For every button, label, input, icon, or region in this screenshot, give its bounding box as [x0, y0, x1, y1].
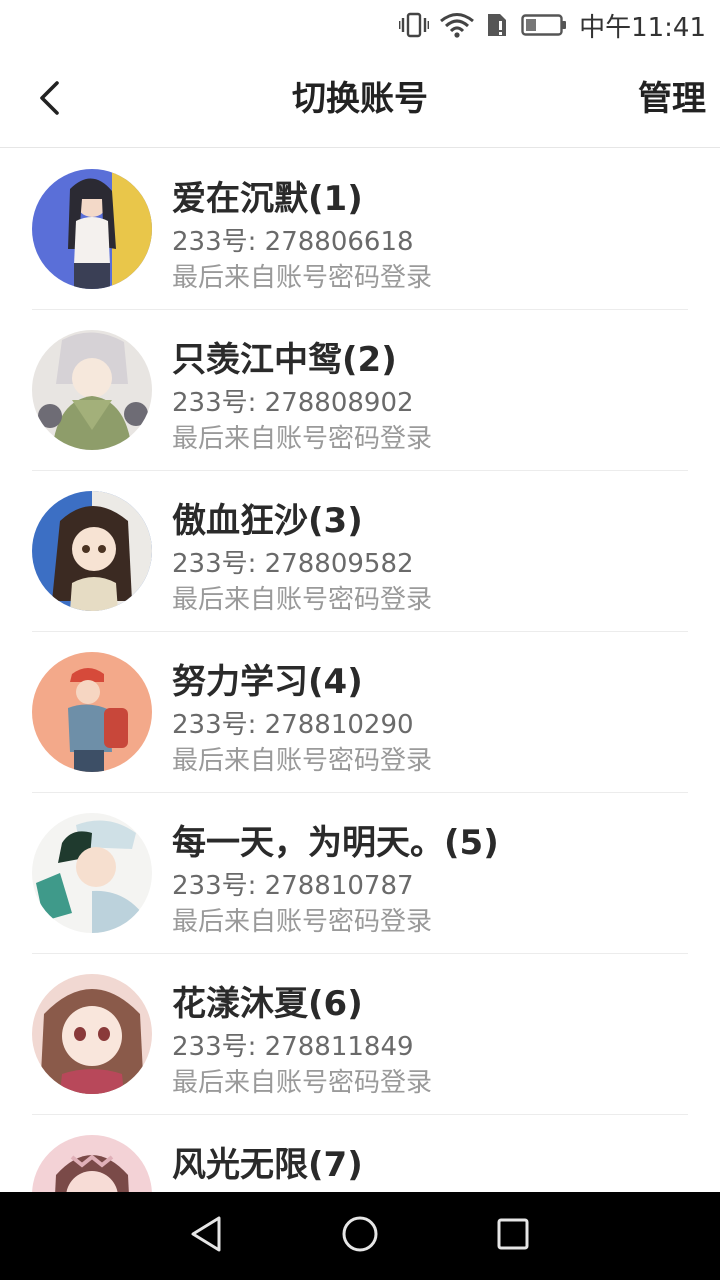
account-login-method: 最后来自账号密码登录 — [172, 746, 433, 776]
vibrate-icon — [399, 12, 430, 38]
page-title: 切换账号 — [292, 79, 428, 119]
account-login-method: 最后来自账号密码登录 — [172, 907, 433, 937]
account-switch-screen: 中午11:41 切换账号 管理 爱在沉默(1) 233号: 278806618 … — [0, 0, 720, 1280]
account-name: 花漾沐夏(6) — [172, 984, 363, 1024]
account-item[interactable]: 傲血狂沙(3) 233号: 278809582 最后来自账号密码登录 — [32, 471, 688, 632]
account-login-method: 最后来自账号密码登录 — [172, 1068, 433, 1098]
avatar — [32, 169, 152, 289]
account-login-method: 最后来自账号密码登录 — [172, 263, 433, 293]
battery-icon — [521, 13, 567, 37]
nav-recents-button[interactable] — [483, 1206, 543, 1266]
account-item[interactable]: 风光无限(7) — [32, 1115, 688, 1192]
nav-back-button[interactable] — [177, 1206, 237, 1266]
account-name: 努力学习(4) — [172, 662, 363, 702]
manage-button[interactable]: 管理 — [638, 50, 706, 148]
account-id: 233号: 278809582 — [172, 549, 414, 579]
account-name: 傲血狂沙(3) — [172, 501, 363, 541]
account-login-method: 最后来自账号密码登录 — [172, 424, 433, 454]
account-id: 233号: 278810787 — [172, 871, 414, 901]
account-id: 233号: 278808902 — [172, 388, 414, 418]
account-name: 风光无限(7) — [172, 1145, 363, 1185]
avatar — [32, 813, 152, 933]
account-id: 233号: 278810290 — [172, 710, 414, 740]
account-item[interactable]: 努力学习(4) 233号: 278810290 最后来自账号密码登录 — [32, 632, 688, 793]
account-item[interactable]: 花漾沐夏(6) 233号: 278811849 最后来自账号密码登录 — [32, 954, 688, 1115]
back-triangle-icon — [187, 1214, 227, 1258]
avatar — [32, 330, 152, 450]
avatar — [32, 974, 152, 1094]
status-bar: 中午11:41 — [0, 0, 720, 50]
wifi-icon — [439, 12, 475, 38]
account-name: 爱在沉默(1) — [172, 179, 363, 219]
nav-home-button[interactable] — [330, 1206, 390, 1266]
status-time: 中午11:41 — [579, 12, 706, 43]
header-bar: 切换账号 管理 — [0, 50, 720, 148]
sim-icon — [485, 12, 511, 38]
avatar — [32, 491, 152, 611]
account-login-method: 最后来自账号密码登录 — [172, 585, 433, 615]
account-id: 233号: 278811849 — [172, 1032, 414, 1062]
home-circle-icon — [340, 1214, 380, 1258]
account-id: 233号: 278806618 — [172, 227, 414, 257]
system-nav-bar — [0, 1192, 720, 1280]
avatar — [32, 1135, 152, 1192]
account-list[interactable]: 爱在沉默(1) 233号: 278806618 最后来自账号密码登录 只羡江中鸳… — [0, 149, 720, 1192]
account-name: 每一天，为明天。(5) — [172, 823, 499, 863]
account-item[interactable]: 每一天，为明天。(5) 233号: 278810787 最后来自账号密码登录 — [32, 793, 688, 954]
avatar — [32, 652, 152, 772]
back-arrow-icon — [35, 80, 65, 120]
account-item[interactable]: 爱在沉默(1) 233号: 278806618 最后来自账号密码登录 — [32, 149, 688, 310]
back-button[interactable] — [22, 72, 78, 128]
account-name: 只羡江中鸳(2) — [172, 340, 397, 380]
recents-square-icon — [493, 1214, 533, 1258]
account-item[interactable]: 只羡江中鸳(2) 233号: 278808902 最后来自账号密码登录 — [32, 310, 688, 471]
